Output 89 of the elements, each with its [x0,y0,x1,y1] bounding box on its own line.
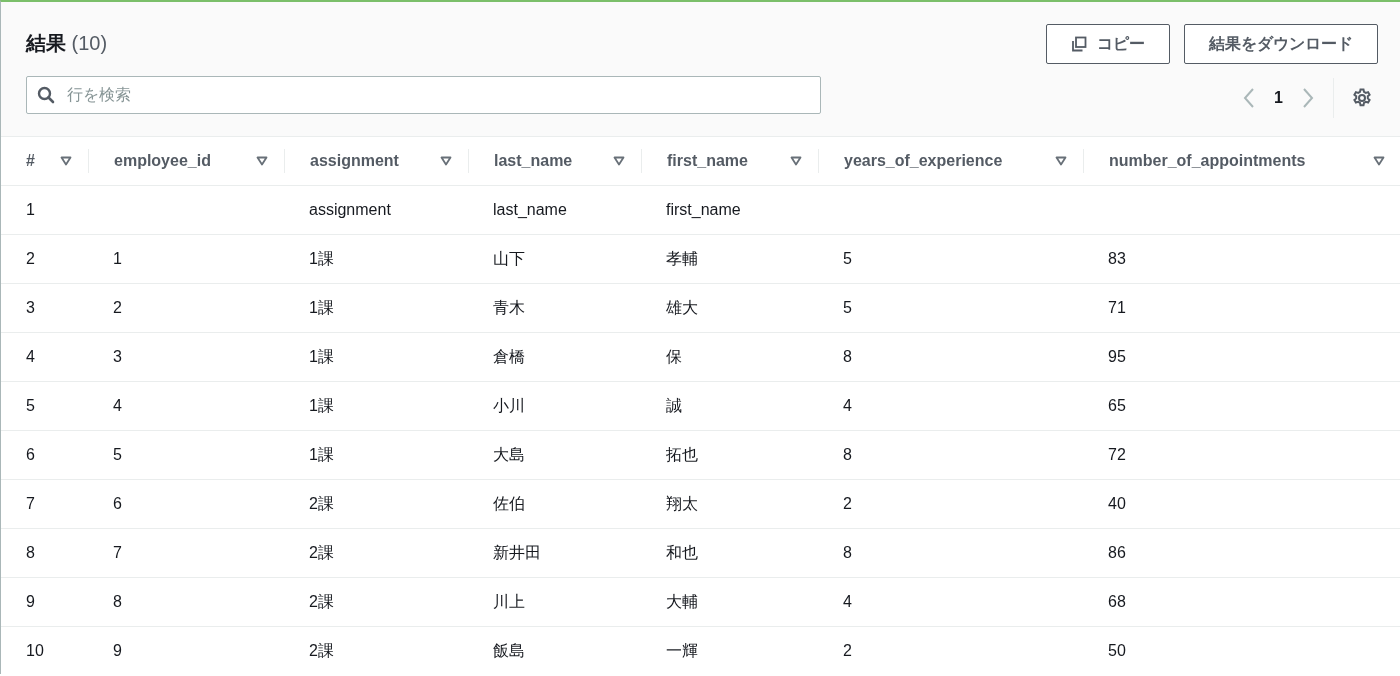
table-cell: 2 [113,299,122,316]
table-cell: 71 [1108,299,1126,316]
copy-icon [1071,36,1087,52]
table-cell: 新井田 [493,543,541,561]
table-cell: 孝輔 [666,249,698,267]
column-header[interactable]: employee_id [114,152,211,170]
table-cell: 和也 [666,543,698,561]
table-cell: 1課 [309,396,334,414]
table-cell: assignment [309,201,391,218]
table-cell: 50 [1108,642,1126,659]
settings-icon[interactable] [1352,88,1372,108]
table-cell: 青木 [493,298,525,316]
table-cell: 拓也 [666,445,698,463]
table-cell: 倉橋 [493,347,525,365]
download-button[interactable]: 結果をダウンロード [1184,24,1378,64]
column-header[interactable]: assignment [310,152,399,170]
table-cell: 山下 [493,249,525,267]
table-cell: 3 [26,299,35,316]
results-count: (10) [71,32,108,54]
table-cell: 4 [26,348,35,365]
table-cell: 2課 [309,494,334,512]
column-header[interactable]: number_of_appointments [1109,152,1306,170]
column-header[interactable]: # [26,152,35,170]
table-cell: 5 [113,446,122,463]
page-number[interactable]: 1 [1274,89,1283,107]
table-cell: 8 [843,348,852,365]
table-cell: 3 [113,348,122,365]
table-cell: 10 [26,642,44,659]
table-cell: 2課 [309,543,334,561]
table-cell: 川上 [493,592,525,610]
sort-icon[interactable] [1055,156,1067,166]
table-cell: 保 [666,347,682,365]
table-cell: 6 [26,446,35,463]
table-cell: 83 [1108,250,1126,267]
table-cell: 5 [26,397,35,414]
table-cell: 誠 [666,396,682,414]
table-cell: 8 [113,593,122,610]
sort-icon[interactable] [1373,156,1385,166]
table-cell: 佐伯 [493,494,525,512]
table-cell: 4 [113,397,122,414]
table-cell: 8 [843,446,852,463]
table-cell: 8 [26,544,35,561]
table-cell: 72 [1108,446,1126,463]
table-cell: 1 [26,201,35,218]
table-cell: 4 [843,397,852,414]
table-cell: 1課 [309,347,334,365]
table-cell: 8 [843,544,852,561]
table-cell: 小川 [493,396,525,414]
sort-icon[interactable] [613,156,625,166]
table-cell: 68 [1108,593,1126,610]
table-cell: 2 [843,642,852,659]
table-cell: 95 [1108,348,1126,365]
table-cell: 2課 [309,641,334,659]
table-cell: 7 [113,544,122,561]
table-cell: 2 [843,495,852,512]
table-cell: 翔太 [666,494,698,512]
sort-icon[interactable] [60,156,72,166]
table-cell: 6 [113,495,122,512]
table-cell: 5 [843,250,852,267]
table-cell: 1課 [309,298,334,316]
table-cell: 大輔 [666,592,698,610]
sort-icon[interactable] [256,156,268,166]
table-cell: 86 [1108,544,1126,561]
table-cell: 1 [113,250,122,267]
table-cell: 2 [26,250,35,267]
table-cell: 40 [1108,495,1126,512]
column-header[interactable]: years_of_experience [844,152,1003,170]
table-cell: 雄大 [666,298,698,316]
table-cell: last_name [493,201,567,218]
table-cell: 5 [843,299,852,316]
table-cell: 1課 [309,445,334,463]
table-cell: 4 [843,593,852,610]
column-header[interactable]: last_name [494,152,573,170]
table-cell: 大島 [493,445,525,463]
search-field[interactable]: 行を検索 [26,76,821,114]
sort-icon[interactable] [790,156,802,166]
results-title: 結果 [26,32,66,54]
sort-icon[interactable] [440,156,452,166]
table-cell: 9 [113,642,122,659]
table-cell: 1課 [309,249,334,267]
column-header[interactable]: first_name [667,152,748,170]
table-cell: 9 [26,593,35,610]
copy-button[interactable]: コピー [1046,24,1170,64]
table-cell: 65 [1108,397,1126,414]
table-cell: first_name [666,201,741,218]
table-cell: 2課 [309,592,334,610]
table-cell: 一輝 [666,641,698,659]
table-cell: 飯島 [493,641,525,659]
table-cell: 7 [26,495,35,512]
